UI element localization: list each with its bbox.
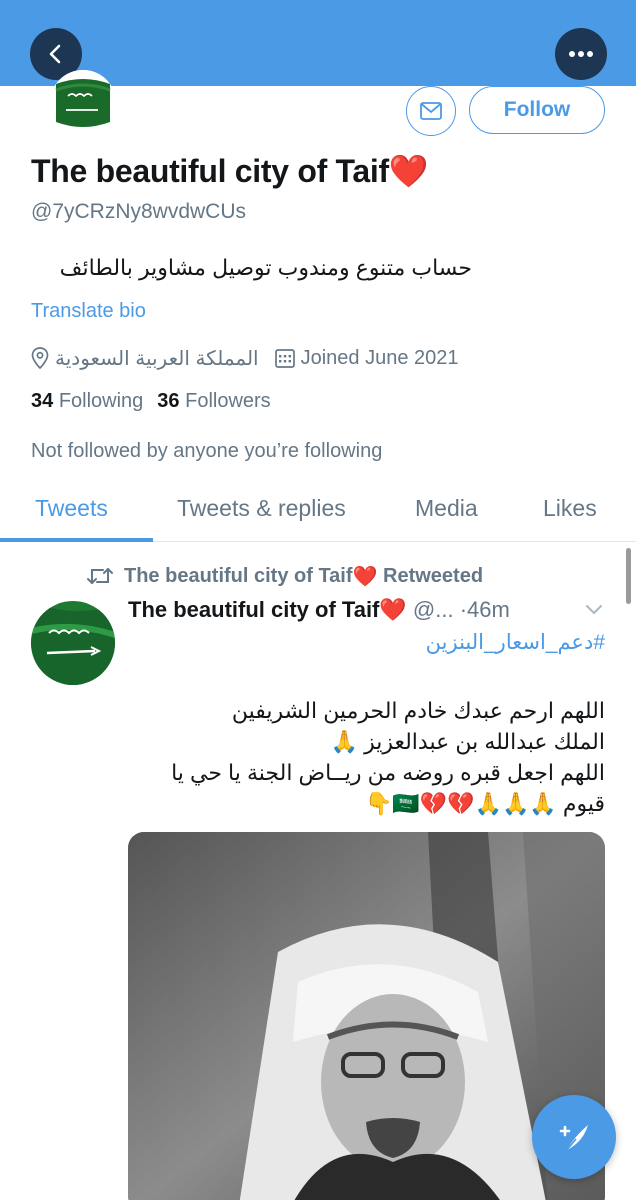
active-tab-indicator	[0, 538, 153, 542]
more-button[interactable]	[555, 28, 607, 80]
tab-media[interactable]: Media	[415, 495, 478, 522]
followers-count: 36	[157, 390, 180, 412]
profile-joined-date: Joined June 2021	[300, 346, 459, 369]
chevron-down-icon	[586, 605, 602, 614]
envelope-icon	[420, 102, 442, 120]
profile-handle: @7yCRzNy8wvdwCUs	[31, 200, 247, 223]
follow-button[interactable]: Follow	[469, 86, 605, 134]
tweet-text-line: اللهم ارحم عبدك خادم الحرمين الشريفين	[231, 698, 605, 723]
tweet-author-handle[interactable]: @...	[413, 597, 454, 622]
tab-likes[interactable]: Likes	[543, 495, 597, 522]
display-name-text: The beautiful city of Taif	[31, 153, 389, 189]
profile-display-name: The beautiful city of Taif❤️	[31, 152, 429, 190]
tab-tweets-and-replies[interactable]: Tweets & replies	[177, 495, 346, 522]
profile-avatar[interactable]	[50, 70, 116, 136]
tweet-text-line: الملك عبدالله بن عبدالعزيز 🙏	[330, 729, 605, 754]
retweet-context: The beautiful city of Taif ❤️ Retweeted	[86, 563, 483, 589]
profile-location: المملكة العربية السعودية	[55, 347, 259, 370]
tweet-options-button[interactable]	[585, 603, 603, 621]
heart-emoji: ❤️	[352, 565, 378, 588]
heart-emoji: ❤️	[379, 597, 407, 622]
calendar-icon	[274, 348, 295, 368]
following-count: 34	[31, 390, 54, 412]
retweet-icon	[86, 566, 114, 586]
tweet-timestamp[interactable]: ·46m	[460, 597, 510, 622]
tweet-author-name[interactable]: The beautiful city of Taif	[128, 597, 379, 622]
tab-tweets[interactable]: Tweets	[35, 495, 108, 522]
saudi-flag-avatar-image	[50, 70, 116, 136]
tweet-text-line: قيوم 🙏🙏🙏💔💔🇸🇦👇	[364, 791, 605, 816]
heart-emoji: ❤️	[388, 153, 429, 189]
follow-counts: 34 Following 36 Followers	[31, 390, 271, 413]
profile-tabs: Tweets Tweets & replies Media Likes	[0, 490, 636, 542]
compose-feather-icon	[559, 1125, 588, 1152]
chevron-left-icon	[49, 44, 61, 64]
tweet-text-line: اللهم اجعل قبره روضه من ريــاض الجنة يا …	[171, 760, 605, 785]
retweeted-label: Retweeted	[383, 564, 484, 587]
tweet-hashtag-link[interactable]: #دعم_اسعار_البنزين	[426, 630, 605, 655]
following-label: Following	[58, 390, 144, 412]
tweet-text: اللهم ارحم عبدك خادم الحرمين الشريفين ال…	[135, 695, 605, 819]
message-button[interactable]	[406, 86, 456, 136]
profile-bio: حساب متنوع ومندوب توصيل مشاوير بالطائف	[59, 255, 472, 280]
saudi-flag-avatar-image	[31, 601, 115, 685]
followers-link[interactable]: 36 Followers	[157, 390, 270, 412]
following-link[interactable]: 34 Following	[31, 390, 143, 412]
tweet-author-avatar[interactable]	[31, 601, 115, 685]
location-pin-icon	[31, 347, 49, 369]
more-horizontal-icon	[569, 51, 593, 57]
not-followed-notice: Not followed by anyone you’re following	[31, 440, 383, 462]
scrollbar[interactable]	[626, 548, 631, 604]
translate-bio-link[interactable]: Translate bio	[31, 300, 146, 323]
tweet-header: The beautiful city of Taif❤️ @... ·46m	[128, 597, 510, 623]
retweeter-name[interactable]: The beautiful city of Taif	[124, 565, 353, 588]
compose-tweet-button[interactable]	[532, 1095, 616, 1179]
followers-label: Followers	[185, 390, 271, 412]
profile-meta-row: المملكة العربية السعودية Joined June 202…	[31, 344, 459, 372]
